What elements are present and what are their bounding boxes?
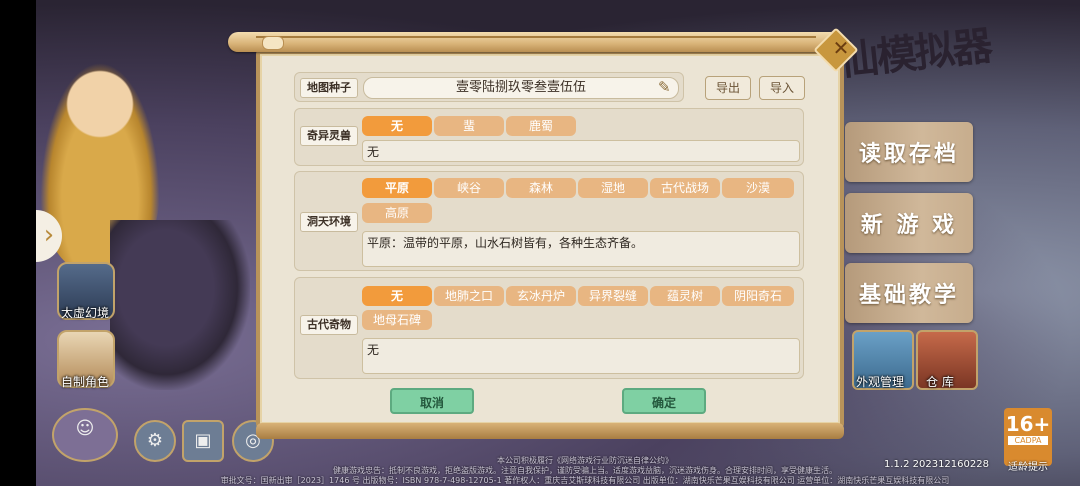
new-game-button[interactable]: 新 游 戏	[845, 193, 973, 253]
relic-option[interactable]: 玄冰丹炉	[506, 286, 576, 306]
relic-option[interactable]: 蕴灵树	[650, 286, 720, 306]
pencil-icon[interactable]: ✎	[658, 78, 676, 96]
relic-option[interactable]: 异界裂缝	[578, 286, 648, 306]
footer-line-3: 审批文号：国新出审［2023］1746 号 出版物号：ISBN 978-7-49…	[220, 476, 950, 485]
environment-description: 平原：温带的平原，山水石树皆有，各种生态齐备。	[362, 231, 800, 267]
beast-option[interactable]: 无	[362, 116, 432, 136]
seed-label: 地图种子	[300, 78, 358, 98]
custom-role-label: 自制角色	[60, 375, 109, 389]
cancel-button[interactable]: 取消	[390, 388, 474, 414]
environment-label: 洞天环境	[300, 212, 358, 232]
appearance-manage-label: 外观管理	[856, 375, 905, 389]
screen-edge	[0, 0, 36, 486]
environment-option[interactable]: 峡谷	[434, 178, 504, 198]
environment-option[interactable]: 湿地	[578, 178, 648, 198]
age-rating-tip: 适龄提示	[1008, 462, 1048, 473]
relic-label: 古代奇物	[300, 315, 358, 335]
relic-option[interactable]: 地肺之口	[434, 286, 504, 306]
environment-option[interactable]: 沙漠	[722, 178, 794, 198]
relic-description: 无	[362, 338, 800, 374]
age-rating-org: CADPA	[1008, 436, 1048, 445]
environment-option[interactable]: 森林	[506, 178, 576, 198]
game-logo: 仙模拟器	[836, 22, 993, 85]
beast-option[interactable]: 蜚	[434, 116, 504, 136]
relic-option[interactable]: 地母石碑	[362, 310, 432, 330]
scroll-knob	[262, 36, 284, 50]
confirm-button[interactable]: 确定	[622, 388, 706, 414]
seed-input[interactable]: 壹零陆捌玖零叁壹伍伍	[363, 77, 679, 99]
environment-option[interactable]: 高原	[362, 203, 432, 223]
relic-option[interactable]: 无	[362, 286, 432, 306]
taixu-label: 太虚幻境	[60, 306, 109, 320]
export-button[interactable]: 导出	[705, 76, 751, 100]
scroll-bottom-rod	[256, 423, 844, 439]
player-avatar-icon[interactable]: ☺	[52, 408, 118, 462]
scroll-top-rod	[228, 32, 846, 52]
warehouse-label: 仓 库	[926, 375, 954, 389]
beast-option[interactable]: 鹿蜀	[506, 116, 576, 136]
close-icon[interactable]: ✕	[826, 33, 856, 63]
relic-option[interactable]: 阴阳奇石	[722, 286, 794, 306]
age-rating-value: 16+	[1005, 412, 1051, 436]
load-save-button[interactable]: 读取存档	[845, 122, 973, 182]
import-button[interactable]: 导入	[759, 76, 805, 100]
beast-illustration	[110, 220, 250, 390]
beast-description: 无	[362, 140, 800, 162]
environment-option[interactable]: 古代战场	[650, 178, 720, 198]
tutorial-button[interactable]: 基础教学	[845, 263, 973, 323]
beast-label: 奇异灵兽	[300, 126, 358, 146]
environment-option[interactable]: 平原	[362, 178, 432, 198]
